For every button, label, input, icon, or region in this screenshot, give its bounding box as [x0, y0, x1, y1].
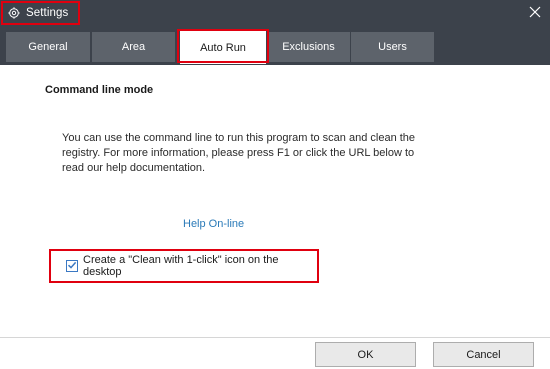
tab-exclusions[interactable]: Exclusions	[267, 32, 350, 62]
desktop-icon-checkbox-label[interactable]: Create a "Clean with 1-click" icon on th…	[83, 254, 317, 278]
gear-icon	[8, 7, 20, 19]
window-title-area: Settings	[1, 1, 80, 25]
checkmark-icon	[67, 260, 77, 273]
dialog-footer: OK Cancel	[0, 337, 550, 369]
close-button[interactable]	[527, 5, 543, 21]
ok-button[interactable]: OK	[315, 342, 416, 367]
tab-area[interactable]: Area	[92, 32, 175, 62]
window-title: Settings	[26, 7, 69, 19]
tab-auto-run[interactable]: Auto Run	[180, 31, 266, 64]
help-online-link[interactable]: Help On-line	[183, 218, 244, 230]
title-bar: Settings	[0, 0, 550, 31]
tab-bar: General Area Auto Run Exclusions Users	[0, 31, 550, 65]
tab-content-panel: Command line mode You can use the comman…	[0, 65, 550, 337]
close-icon	[529, 6, 541, 21]
desktop-icon-option: Create a "Clean with 1-click" icon on th…	[49, 249, 319, 283]
section-heading: Command line mode	[45, 84, 154, 96]
desktop-icon-checkbox[interactable]	[66, 260, 78, 272]
tab-users[interactable]: Users	[351, 32, 434, 62]
cancel-button[interactable]: Cancel	[433, 342, 534, 367]
description-text: You can use the command line to run this…	[62, 132, 416, 174]
tab-general[interactable]: General	[6, 32, 90, 62]
